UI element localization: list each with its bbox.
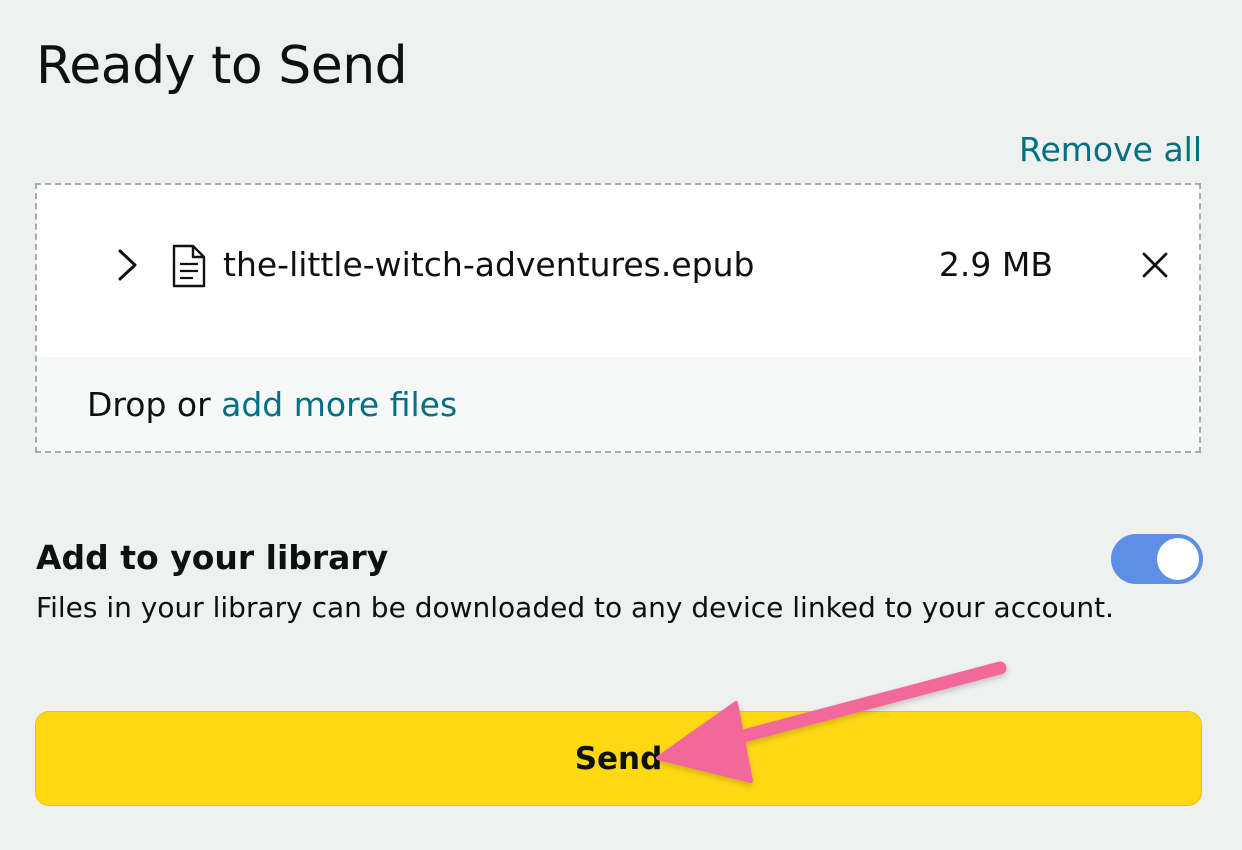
add-to-library-toggle[interactable] xyxy=(1111,534,1203,584)
file-name: the-little-witch-adventures.epub xyxy=(223,245,755,284)
library-description: Files in your library can be downloaded … xyxy=(36,591,1114,624)
drop-instructions: Drop or add more files xyxy=(87,383,457,427)
file-row: the-little-witch-adventures.epub 2.9 MB xyxy=(37,185,1199,357)
add-more-files-link[interactable]: add more files xyxy=(221,385,457,424)
send-button[interactable]: Send xyxy=(35,711,1202,806)
library-heading: Add to your library xyxy=(36,538,389,577)
toggle-knob xyxy=(1157,538,1199,580)
document-icon xyxy=(172,244,206,288)
page-title: Ready to Send xyxy=(36,36,408,96)
close-icon[interactable] xyxy=(1137,247,1173,283)
drop-prefix: Drop or xyxy=(87,385,222,424)
chevron-right-icon[interactable] xyxy=(109,245,145,285)
file-size: 2.9 MB xyxy=(938,245,1053,284)
remove-all-link[interactable]: Remove all xyxy=(1019,128,1202,172)
file-dropzone[interactable]: the-little-witch-adventures.epub 2.9 MB … xyxy=(35,183,1201,453)
